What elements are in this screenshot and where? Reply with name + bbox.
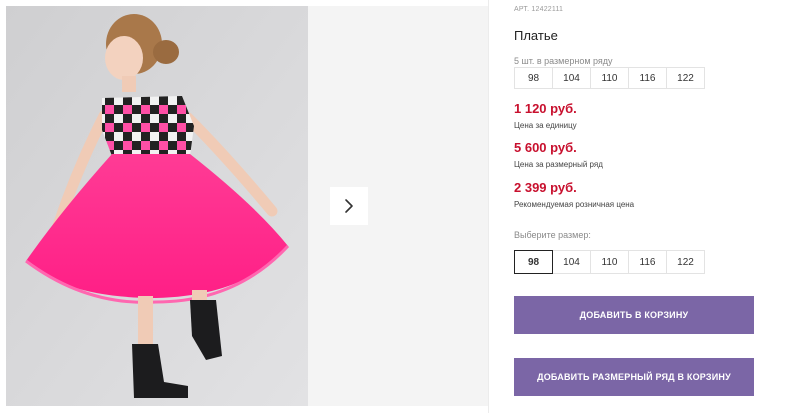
set-price-note: Цена за размерный ряд [514, 160, 603, 169]
divider [488, 0, 489, 413]
retail-price: 2 399 руб. [514, 180, 577, 195]
product-photo[interactable] [6, 6, 308, 406]
set-size: 104 [552, 67, 591, 89]
size-option-110[interactable]: 110 [590, 250, 629, 274]
chevron-right-icon [345, 199, 353, 213]
add-set-to-cart-button[interactable]: ДОБАВИТЬ РАЗМЕРНЫЙ РЯД В КОРЗИНУ [514, 358, 754, 396]
set-size: 116 [628, 67, 667, 89]
product-gallery [0, 0, 488, 413]
size-selector: 98 104 110 116 122 [514, 250, 705, 274]
size-option-98[interactable]: 98 [514, 250, 553, 274]
product-title: Платье [514, 28, 558, 43]
choose-size-label: Выберите размер: [514, 230, 591, 240]
unit-price-note: Цена за единицу [514, 121, 577, 130]
set-size: 122 [666, 67, 705, 89]
set-sizes-list: 98 104 110 116 122 [514, 67, 705, 89]
set-size: 98 [514, 67, 553, 89]
size-option-104[interactable]: 104 [552, 250, 591, 274]
size-option-116[interactable]: 116 [628, 250, 667, 274]
unit-price: 1 120 руб. [514, 101, 577, 116]
set-size: 110 [590, 67, 629, 89]
gallery-next-button[interactable] [330, 187, 368, 225]
set-count-label: 5 шт. в размерном ряду [514, 56, 613, 66]
add-to-cart-button[interactable]: ДОБАВИТЬ В КОРЗИНУ [514, 296, 754, 334]
retail-price-note: Рекомендуемая розничная цена [514, 200, 635, 209]
girl-in-dress-image [6, 6, 308, 406]
size-option-122[interactable]: 122 [666, 250, 705, 274]
article-number: АРТ. 12422111 [514, 6, 564, 13]
set-price: 5 600 руб. [514, 140, 577, 155]
